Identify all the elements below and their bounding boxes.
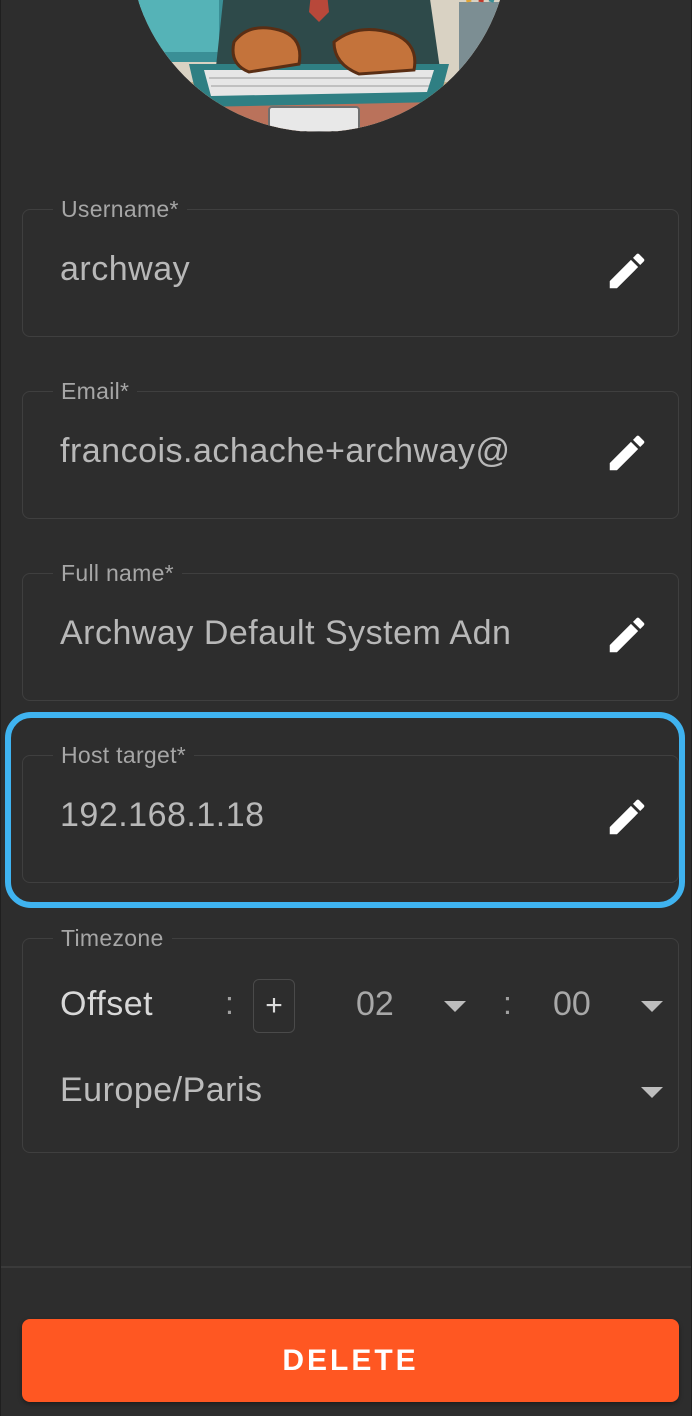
offset-minutes-select[interactable]: 00 (553, 985, 591, 1024)
avatar-illustration (129, 0, 509, 132)
delete-button[interactable]: DELETE (22, 1319, 679, 1402)
caret-down-icon[interactable] (444, 1001, 466, 1012)
timezone-offset-row: Offset : + 02 : 00 (60, 979, 663, 1033)
full-name-value[interactable]: Archway Default System Adn (60, 614, 560, 653)
timezone-value: Europe/Paris (60, 1071, 263, 1109)
pencil-icon (609, 253, 645, 289)
timezone-field: Timezone Offset : + 02 : 00 Europe/Paris (22, 925, 679, 1153)
offset-colon: : (225, 985, 234, 1021)
pencil-icon (609, 435, 645, 471)
user-settings-panel: Username* archway Email* francois.achach… (1, 0, 691, 1416)
offset-sign-button[interactable]: + (253, 979, 295, 1033)
email-value[interactable]: francois.achache+archway@ (60, 432, 560, 471)
offset-minutes-colon: : (503, 985, 512, 1021)
timezone-label: Timezone (53, 925, 172, 952)
edit-email-button[interactable] (602, 428, 652, 478)
edit-username-button[interactable] (602, 246, 652, 296)
email-label: Email* (53, 378, 138, 405)
username-field[interactable]: Username* archway (22, 196, 679, 337)
host-target-label: Host target* (53, 742, 195, 769)
username-value[interactable]: archway (60, 250, 560, 289)
caret-down-icon[interactable] (641, 1087, 663, 1098)
offset-hours-value: 02 (356, 985, 394, 1023)
offset-hours-select[interactable]: 02 (356, 985, 394, 1024)
full-name-field[interactable]: Full name* Archway Default System Adn (22, 560, 679, 701)
offset-label: Offset (60, 985, 154, 1023)
host-target-value[interactable]: 192.168.1.18 (60, 796, 560, 835)
host-target-field[interactable]: Host target* 192.168.1.18 (22, 742, 679, 883)
offset-minutes-value: 00 (553, 985, 591, 1023)
caret-down-icon[interactable] (641, 1001, 663, 1012)
timezone-select[interactable]: Europe/Paris (60, 1071, 663, 1121)
email-field[interactable]: Email* francois.achache+archway@ (22, 378, 679, 519)
avatar[interactable] (129, 0, 509, 132)
edit-full-name-button[interactable] (602, 610, 652, 660)
edit-host-target-button[interactable] (602, 792, 652, 842)
username-label: Username* (53, 196, 187, 223)
full-name-label: Full name* (53, 560, 182, 587)
pencil-icon (609, 617, 645, 653)
pencil-icon (609, 799, 645, 835)
footer-divider (1, 1266, 691, 1268)
